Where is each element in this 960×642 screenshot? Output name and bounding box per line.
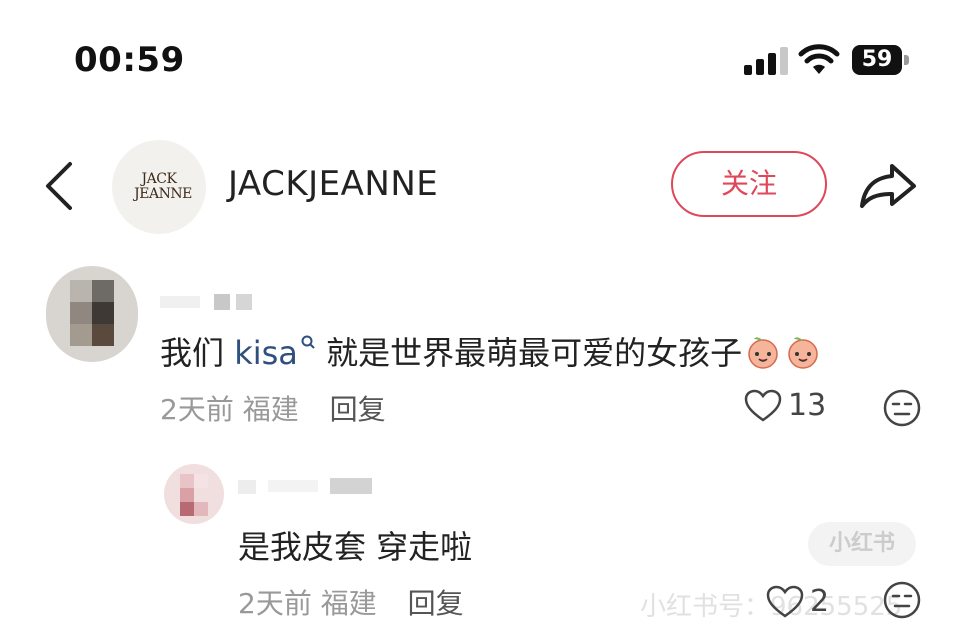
commenter-avatar[interactable] [46,266,138,362]
peach-emoji-icon [748,337,778,369]
account-name[interactable]: JACKJEANNE [228,164,438,204]
follow-button[interactable]: 关注 [671,151,827,217]
emoji-reaction-icon[interactable] [882,388,922,428]
battery-cap [904,55,909,65]
mention-link[interactable]: kisa [234,334,316,372]
peach-emoji-icon [788,337,818,369]
reply-comment-meta: 2天前 福建 回复 [238,582,464,622]
comment-time: 2天前 [160,393,234,426]
search-icon [301,335,315,349]
like-button[interactable]: 13 [744,388,826,423]
reply-commenter-name-blurred[interactable] [238,478,378,498]
heart-icon [744,389,782,422]
status-time: 00:59 [74,40,185,80]
comment-text-after: 就是世界最萌最可爱的女孩子 [315,334,743,372]
reply-comment-text: 是我皮套 穿走啦 [238,528,473,566]
reply-button[interactable]: 回复 [330,393,386,426]
reply-commenter-avatar[interactable] [164,464,224,524]
watermark-badge: 小红书 [808,522,916,566]
emoji-reaction-icon[interactable] [882,580,922,620]
commenter-name-blurred[interactable] [160,294,260,314]
heart-icon [766,585,804,618]
logo-text-line1: JACK [141,171,177,187]
cellular-signal-icon [744,47,788,75]
reply-comment-location: 福建 [320,587,377,620]
comment-location: 福建 [242,393,299,426]
back-arrow-icon[interactable] [42,160,76,212]
share-icon[interactable] [858,160,918,210]
battery-indicator: 59 [852,45,902,75]
like-count: 2 [810,584,830,619]
logo-text-line2: JEANNE [134,186,192,202]
reply-button[interactable]: 回复 [408,587,464,620]
wifi-icon [798,44,840,74]
account-avatar[interactable]: JACK JEANNE [112,140,206,234]
reply-comment-time: 2天前 [238,587,312,620]
like-button[interactable]: 2 [766,584,829,619]
comment-text: 我们 kisa 就是世界最萌最可爱的女孩子 [160,328,822,374]
like-count: 13 [788,388,827,423]
comment-meta: 2天前 福建 回复 [160,388,386,428]
comment-text-before: 我们 [160,334,235,372]
